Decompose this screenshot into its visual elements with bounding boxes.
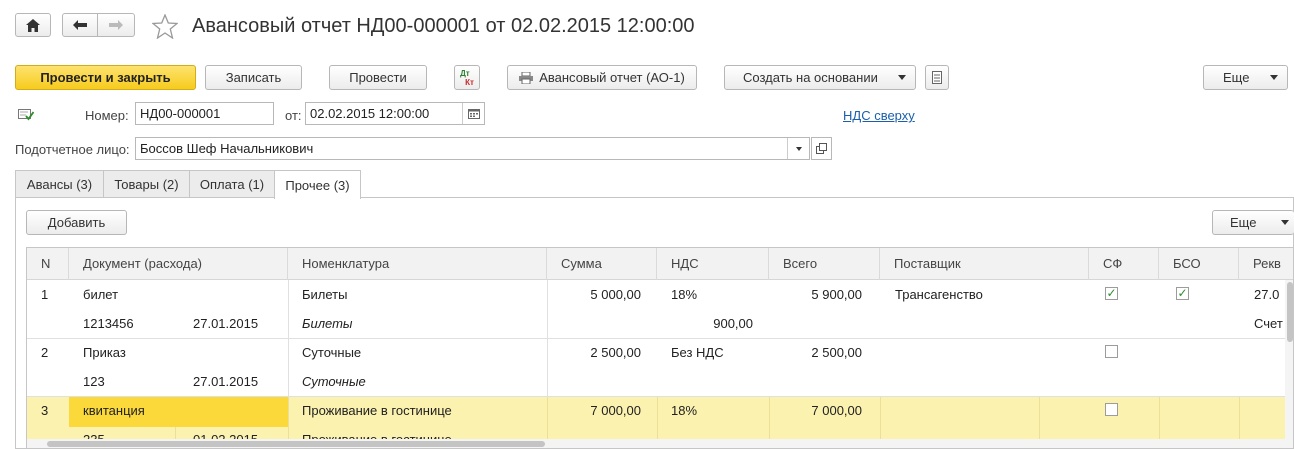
person-dropdown-button[interactable] xyxy=(787,138,809,159)
home-icon xyxy=(26,18,40,32)
row1-rekv[interactable]: 27.0 xyxy=(1254,287,1279,302)
row1-total[interactable]: 5 900,00 xyxy=(769,287,862,302)
accountable-person-label: Подотчетное лицо: xyxy=(15,142,130,157)
number-label: Номер: xyxy=(85,108,129,123)
column-header-vat[interactable]: НДС xyxy=(657,248,769,280)
calendar-icon xyxy=(467,108,480,119)
row1-n: 1 xyxy=(41,287,49,302)
forward-button[interactable] xyxy=(97,13,135,37)
document-structure-icon xyxy=(932,71,942,84)
vertical-scrollbar-thumb[interactable] xyxy=(1287,282,1293,342)
row3-vat[interactable]: 18% xyxy=(671,403,697,418)
row1-vat-amount[interactable]: 900,00 xyxy=(657,316,753,331)
date-value: 02.02.2015 12:00:00 xyxy=(310,106,430,121)
create-based-on-label: Создать на основании xyxy=(743,70,878,85)
date-field[interactable]: 02.02.2015 12:00:00 xyxy=(305,102,485,125)
create-based-on-button[interactable]: Создать на основании xyxy=(724,65,916,90)
dropdown-arrow-icon xyxy=(898,75,906,80)
column-header-sf[interactable]: СФ xyxy=(1089,248,1159,280)
horizontal-scrollbar[interactable] xyxy=(27,439,1285,448)
post-and-close-button[interactable]: Провести и закрыть xyxy=(15,65,196,90)
print-report-label: Авансовый отчет (АО-1) xyxy=(539,70,685,85)
add-button[interactable]: Добавить xyxy=(26,210,127,235)
accountable-person-field[interactable]: Боссов Шеф Начальникович xyxy=(135,137,810,160)
row2-doc-date[interactable]: 27.01.2015 xyxy=(193,374,258,389)
other-expenses-table[interactable]: N Документ (расхода) Номенклатура Сумма … xyxy=(26,247,1294,449)
vertical-scrollbar[interactable] xyxy=(1285,280,1293,448)
row1-sf-checkbox[interactable]: ✓ xyxy=(1105,287,1118,300)
column-header-n[interactable]: N xyxy=(27,248,69,280)
dt-kt-icon: Дт Кт xyxy=(460,69,474,87)
favorite-star-icon[interactable] xyxy=(151,13,179,42)
row1-bso-checkbox[interactable]: ✓ xyxy=(1176,287,1189,300)
column-header-rekv[interactable]: Рекв xyxy=(1239,248,1293,280)
row1-doc-number[interactable]: 1213456 xyxy=(83,316,134,331)
row1-document[interactable]: билет xyxy=(83,287,118,302)
row3-sf-checkbox[interactable] xyxy=(1105,403,1118,416)
column-separator xyxy=(288,280,289,400)
row3-document[interactable]: квитанция xyxy=(83,403,145,418)
column-header-sum[interactable]: Сумма xyxy=(547,248,657,280)
row3-n: 3 xyxy=(41,403,49,418)
row2-nomenclature-sub: Суточные xyxy=(302,374,366,389)
row1-nomenclature[interactable]: Билеты xyxy=(302,287,347,302)
posted-status-icon xyxy=(18,107,35,124)
row1-sum[interactable]: 5 000,00 xyxy=(547,287,641,302)
column-header-document[interactable]: Документ (расхода) xyxy=(69,248,288,280)
structure-button[interactable] xyxy=(925,65,949,90)
more-label: Еще xyxy=(1223,70,1250,85)
row1-doc-date[interactable]: 27.01.2015 xyxy=(193,316,258,331)
row-separator xyxy=(27,338,1293,339)
save-button[interactable]: Записать xyxy=(205,65,302,90)
row2-sf-checkbox[interactable] xyxy=(1105,345,1118,358)
open-person-button[interactable] xyxy=(811,137,832,160)
row3-sum[interactable]: 7 000,00 xyxy=(547,403,641,418)
calendar-button[interactable] xyxy=(462,103,484,124)
row2-sum[interactable]: 2 500,00 xyxy=(547,345,641,360)
row2-doc-number[interactable]: 123 xyxy=(83,374,105,389)
row1-supplier[interactable]: Трансагенство xyxy=(895,287,983,302)
dropdown-arrow-icon xyxy=(1270,75,1278,80)
tab-other[interactable]: Прочее (3) xyxy=(274,170,361,199)
accountable-person-value: Боссов Шеф Начальникович xyxy=(140,141,314,156)
open-link-icon xyxy=(816,143,827,154)
tab-goods[interactable]: Товары (2) xyxy=(103,170,190,198)
arrow-left-icon xyxy=(73,20,87,30)
horizontal-scrollbar-thumb[interactable] xyxy=(47,441,545,447)
dt-label: Дт xyxy=(460,68,470,78)
row1-rekv-sub[interactable]: Счет xyxy=(1254,316,1283,331)
tab-advances[interactable]: Авансы (3) xyxy=(15,170,104,198)
row2-n: 2 xyxy=(41,345,49,360)
column-header-bso[interactable]: БСО xyxy=(1159,248,1239,280)
table-more-button[interactable]: Еще xyxy=(1212,210,1294,235)
vat-on-top-link[interactable]: НДС сверху xyxy=(843,108,915,123)
number-field[interactable]: НД00-000001 xyxy=(135,102,274,125)
row1-vat[interactable]: 18% xyxy=(671,287,697,302)
back-button[interactable] xyxy=(62,13,98,37)
more-button[interactable]: Еще xyxy=(1203,65,1288,90)
page-title: Авансовый отчет НД00-000001 от 02.02.201… xyxy=(192,15,695,37)
table-more-label: Еще xyxy=(1230,215,1257,230)
home-button[interactable] xyxy=(15,13,51,37)
row2-vat[interactable]: Без НДС xyxy=(671,345,724,360)
row2-document[interactable]: Приказ xyxy=(83,345,126,360)
arrow-right-icon xyxy=(109,20,123,30)
column-header-nomenclature[interactable]: Номенклатура xyxy=(288,248,547,280)
row3-nomenclature[interactable]: Проживание в гостинице xyxy=(302,403,452,418)
tab-payment[interactable]: Оплата (1) xyxy=(189,170,275,198)
column-header-total[interactable]: Всего xyxy=(769,248,880,280)
date-label: от: xyxy=(285,108,302,123)
print-report-button[interactable]: Авансовый отчет (АО-1) xyxy=(507,65,697,90)
row2-total[interactable]: 2 500,00 xyxy=(769,345,862,360)
row1-nomenclature-sub: Билеты xyxy=(302,316,353,331)
dropdown-arrow-icon xyxy=(1281,220,1289,225)
kt-label: Кт xyxy=(465,77,474,87)
printer-icon xyxy=(519,71,534,84)
column-header-supplier[interactable]: Поставщик xyxy=(880,248,1089,280)
dropdown-arrow-icon xyxy=(795,146,802,151)
dt-kt-button[interactable]: Дт Кт xyxy=(454,65,480,90)
row3-total[interactable]: 7 000,00 xyxy=(769,403,862,418)
row2-nomenclature[interactable]: Суточные xyxy=(302,345,361,360)
post-button[interactable]: Провести xyxy=(329,65,427,90)
